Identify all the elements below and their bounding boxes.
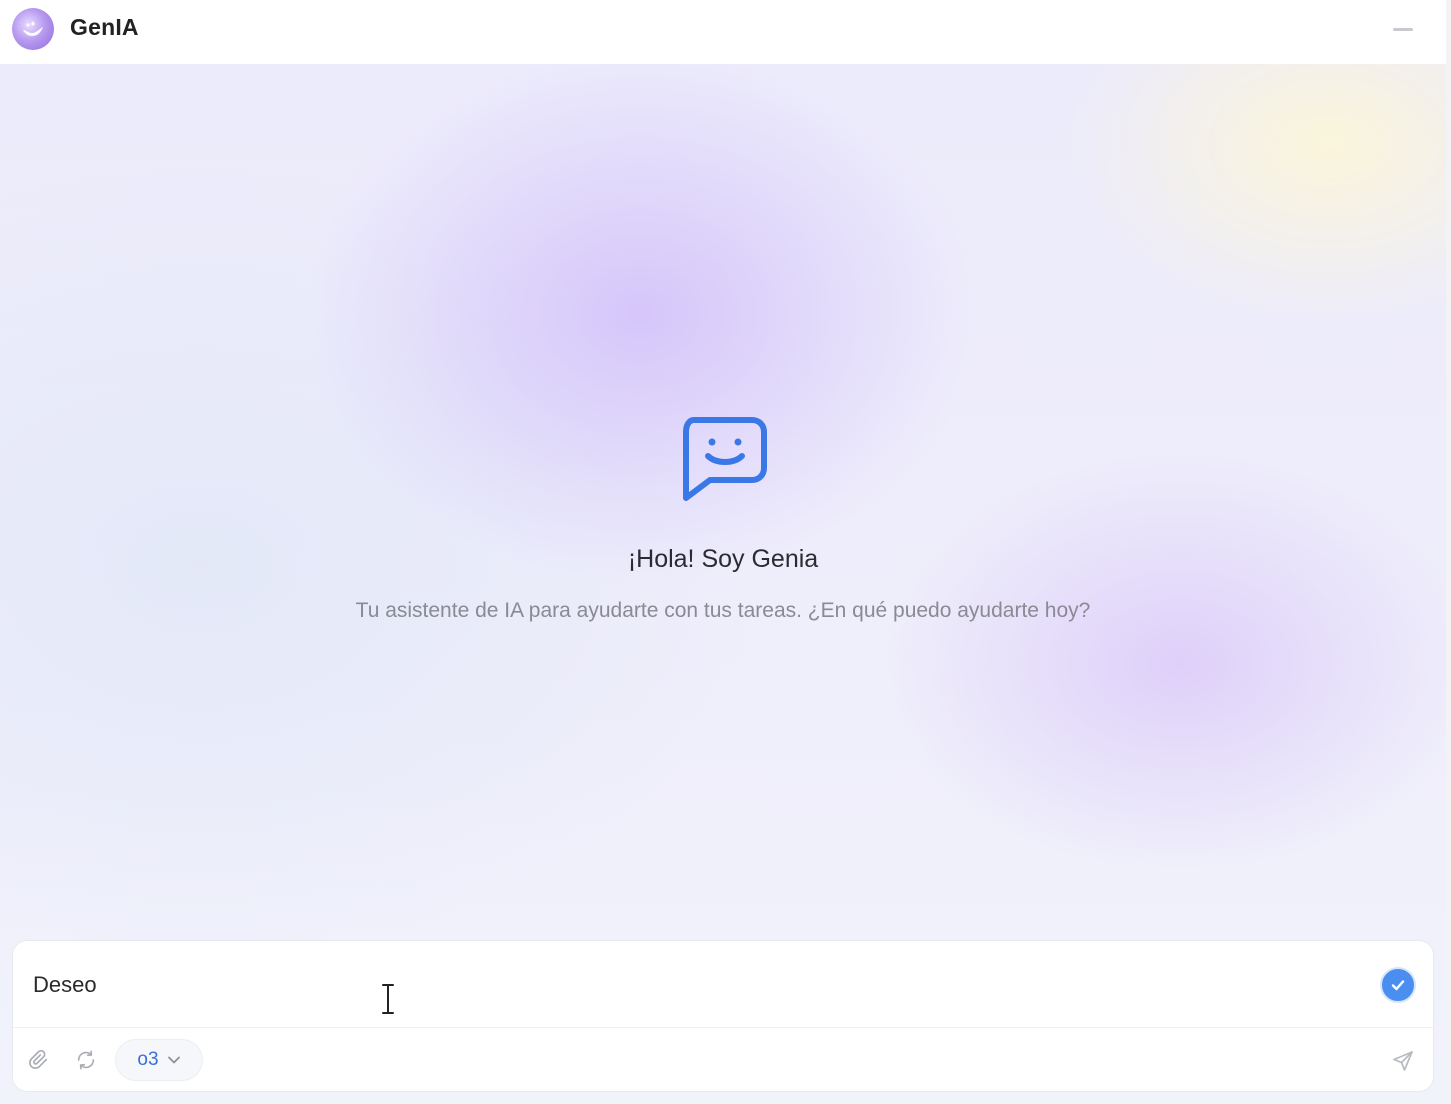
paperclip-icon <box>29 1049 48 1069</box>
composer-divider <box>13 1027 1433 1028</box>
attach-button[interactable] <box>26 1047 52 1073</box>
chevron-down-icon <box>167 1056 180 1064</box>
smiley-chat-bubble-icon <box>683 417 767 501</box>
text-cursor-icon <box>382 984 394 1014</box>
send-icon <box>1393 1051 1413 1071</box>
model-label: o3 <box>137 1049 159 1070</box>
refresh-button[interactable] <box>73 1047 99 1073</box>
title-bar: GenIA <box>0 0 1446 64</box>
message-input[interactable] <box>33 961 1363 1009</box>
genie-lamp-glyph <box>23 21 43 36</box>
welcome-greeting: ¡Hola! Soy Genia <box>627 545 819 573</box>
send-button[interactable] <box>1389 1047 1417 1075</box>
message-composer: o3 <box>13 941 1433 1091</box>
genia-window: GenIA ¡Hola! Soy Genia Tu asistente de I… <box>0 0 1451 1104</box>
check-icon <box>1391 980 1405 991</box>
app-title: GenIA <box>70 14 139 40</box>
minimize-icon <box>1393 27 1413 31</box>
window-edge <box>1446 0 1451 1104</box>
check-button[interactable] <box>1380 967 1416 1003</box>
minimize-button[interactable] <box>1390 18 1416 40</box>
model-selector[interactable]: o3 <box>115 1039 203 1081</box>
refresh-icon <box>77 1050 95 1070</box>
welcome-subtitle: Tu asistente de IA para ayudarte con tus… <box>355 599 1091 622</box>
genie-logo-icon <box>12 8 54 50</box>
